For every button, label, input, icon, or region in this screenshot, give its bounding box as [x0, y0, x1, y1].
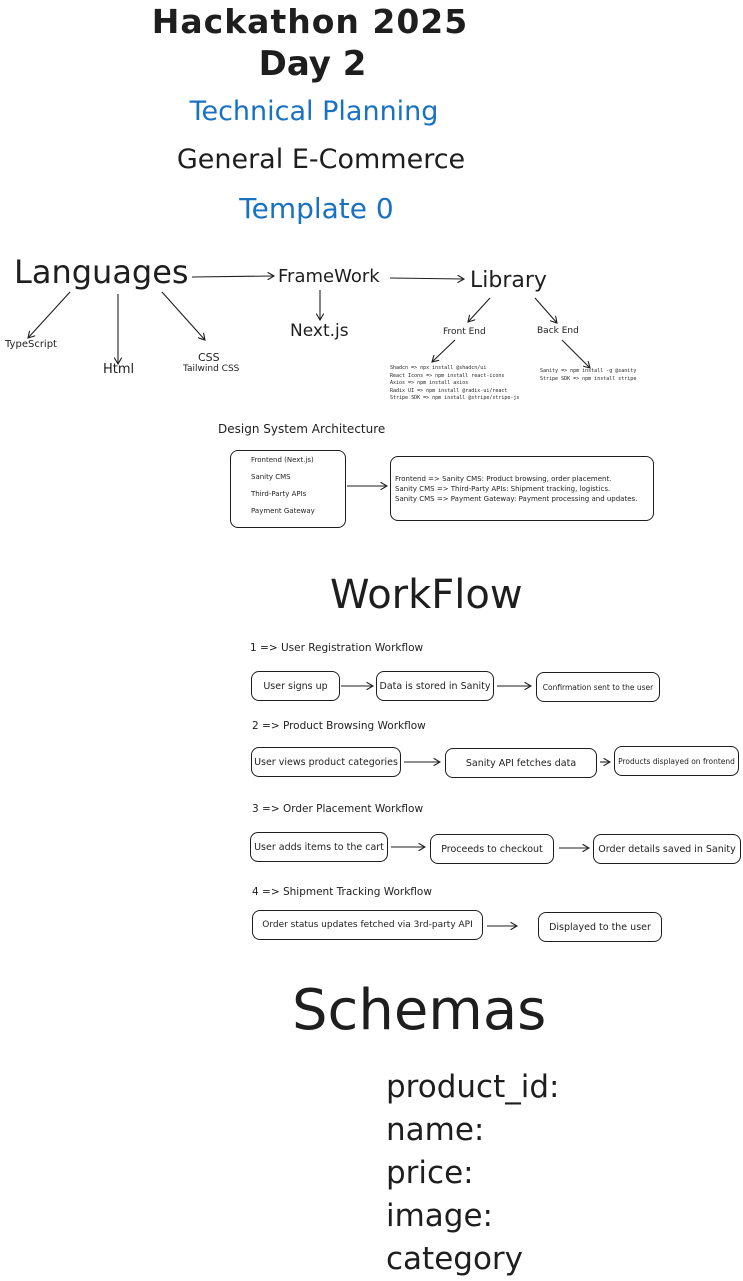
connector-arrows [0, 0, 743, 1280]
design-interaction-line: Frontend => Sanity CMS: Product browsing… [395, 475, 612, 483]
frontend-libraries-list: Shadcn => npx install @shadcn/ui React I… [390, 365, 519, 403]
frontend-lib-line: Radix UI => npm install @radix-ui/react [390, 387, 508, 394]
design-component-item: Third-Party APIs [251, 490, 307, 498]
workflow-title: WorkFlow [330, 572, 523, 618]
html-node: Html [103, 362, 135, 377]
step-user-views-categories: User views product categories [251, 747, 401, 777]
schema-field-category: category [386, 1241, 524, 1277]
design-interaction-line: Sanity CMS => Third-Party APIs: Shipment… [395, 485, 611, 493]
step-confirmation-sent: Confirmation sent to the user [536, 672, 660, 702]
design-component-item: Payment Gateway [251, 507, 315, 515]
languages-node: Languages [14, 253, 189, 291]
step-proceeds-to-checkout: Proceeds to checkout [430, 834, 554, 864]
schema-field-image: image: [386, 1198, 494, 1234]
tailwind-node: Tailwind CSS [183, 364, 240, 374]
step-user-adds-to-cart: User adds items to the cart [250, 832, 388, 862]
step-order-details-saved: Order details saved in Sanity [593, 834, 741, 864]
frontend-lib-line: Stripe SDK => npm install @stripe/stripe… [390, 395, 520, 401]
workflow-heading-browsing: 2 => Product Browsing Workflow [252, 720, 426, 732]
frontend-lib-line: Shadcn => npx install @shadcn/ui [390, 365, 487, 371]
workflow-heading-registration: 1 => User Registration Workflow [250, 642, 424, 654]
design-interactions-box: Frontend => Sanity CMS: Product browsing… [390, 456, 654, 521]
backend-lib-line: Sanity => npm install -g @sanity [540, 368, 637, 374]
step-user-signs-up: User signs up [251, 671, 340, 701]
backend-libraries-list: Sanity => npm install -g @sanity Stripe … [540, 368, 636, 383]
frontend-node: Front End [443, 327, 486, 337]
step-data-stored-sanity: Data is stored in Sanity [376, 671, 494, 701]
step-displayed-to-user: Displayed to the user [538, 912, 662, 942]
frontend-lib-line: Axios => npm install axios [390, 380, 469, 386]
backend-lib-line: Stripe SDK => npm install stripe [540, 375, 637, 382]
schemas-title: Schemas [292, 978, 547, 1043]
step-products-displayed: Products displayed on frontend [614, 746, 739, 776]
schema-field-price: price: [386, 1155, 474, 1191]
frontend-lib-line: React Icons => npm install react-icons [390, 372, 505, 379]
library-node: Library [470, 268, 547, 293]
design-system-title: Design System Architecture [218, 422, 386, 436]
schema-fields: product_id: name: price: image: category [386, 1066, 559, 1281]
schema-field-product-id: product_id: [386, 1069, 560, 1105]
design-interaction-line: Sanity CMS => Payment Gateway: Payment p… [395, 495, 638, 503]
typescript-node: TypeScript [5, 339, 57, 350]
css-node: CSS [198, 351, 220, 364]
nextjs-node: Next.js [290, 321, 349, 341]
step-sanity-api-fetches: Sanity API fetches data [445, 748, 597, 778]
step-order-status-fetched: Order status updates fetched via 3rd-par… [252, 910, 483, 940]
design-components-box: Frontend (Next.js) Sanity CMS Third-Part… [230, 450, 346, 528]
design-component-item: Sanity CMS [251, 473, 291, 481]
workflow-heading-order: 3 => Order Placement Workflow [252, 803, 424, 815]
schema-field-name: name: [386, 1112, 485, 1148]
design-component-item: Frontend (Next.js) [251, 456, 314, 464]
framework-node: FrameWork [278, 266, 380, 287]
backend-node: Back End [537, 326, 579, 336]
workflow-heading-shipment: 4 => Shipment Tracking Workflow [252, 886, 432, 898]
